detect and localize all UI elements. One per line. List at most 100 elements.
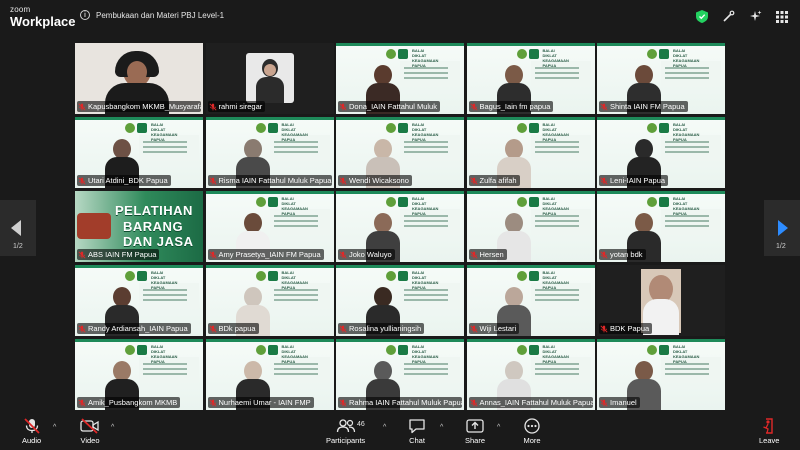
participant-name: Rahma IAIN Fattahul Muluk Papua (349, 398, 462, 407)
participant-name: Dona_IAIN Fattahul Muluk (349, 102, 437, 111)
brand-line-2: Workplace (10, 14, 76, 29)
participant-name: ABS IAIN FM Papua (88, 250, 157, 259)
participant-name-tag: Dona_IAIN Fattahul Muluk (338, 101, 440, 112)
audio-button[interactable]: Audio (22, 418, 41, 445)
participant-tile[interactable]: BALAI DIKLAT KEAGAMAAN PAPUA Imanuel (597, 339, 725, 410)
video-button[interactable]: Video (80, 418, 100, 445)
participant-tile[interactable]: BALAI DIKLAT KEAGAMAAN PAPUA Dona_IAIN Fatta… (336, 43, 464, 114)
participants-icon (336, 419, 355, 433)
pelatihan-title: PELATIHAN (115, 203, 193, 218)
banner-text: BALAI DIKLAT KEAGAMAAN PAPUA (412, 48, 439, 68)
participant-name-tag: rahmi siregar (207, 101, 266, 112)
participant-tile[interactable]: BALAI DIKLAT KEAGAMAAN PAPUA Rosalina yullia… (336, 265, 464, 336)
share-button[interactable]: Share (465, 418, 485, 445)
mic-muted-icon (78, 176, 86, 185)
title-bar: zoom Workplace i Pembukaan dan Materi PB… (0, 0, 800, 34)
chat-button[interactable]: Chat (408, 418, 426, 445)
banner-text: BALAI DIKLAT KEAGAMAAN PAPUA (281, 344, 308, 364)
mic-muted-icon (339, 102, 347, 111)
mic-muted-icon (78, 398, 86, 407)
participant-tile[interactable]: BALAI DIKLAT KEAGAMAAN PAPUA Nurhaemi Umar -… (205, 339, 334, 410)
participant-name-tag: Nurhaemi Umar - IAIN FMP (207, 397, 314, 408)
participants-options-caret[interactable]: ^ (383, 424, 386, 431)
participant-name-tag: Annas_IAIN Fattahul Muluk Papua (468, 397, 593, 408)
participant-tile[interactable]: BALAI DIKLAT KEAGAMAAN PAPUA Zulfa afifah (466, 117, 595, 188)
participant-tile[interactable]: BALAI DIKLAT KEAGAMAAN PAPUA Joko Waluyo (336, 191, 464, 262)
mic-muted-icon (600, 176, 608, 185)
participant-tile[interactable]: Kapusbangkom MKMB_Musyarafah (75, 43, 203, 114)
participant-name: Nurhaemi Umar - IAIN FMP (218, 398, 311, 407)
chat-label: Chat (409, 436, 425, 445)
video-options-caret[interactable]: ^ (111, 424, 114, 431)
banner-text: BALAI DIKLAT KEAGAMAAN PAPUA (412, 122, 439, 142)
participant-tile[interactable]: BALAI DIKLAT KEAGAMAAN PAPUA Annas_IAIN Fatt… (466, 339, 595, 410)
mic-muted-icon (23, 418, 40, 434)
page-indicator-right: 1/2 (776, 243, 786, 250)
more-label: More (523, 436, 541, 445)
participant-name-tag: Randy Ardiansah_IAIN Papua (77, 323, 191, 334)
banner-text: BALAI DIKLAT KEAGAMAAN PAPUA (281, 270, 308, 290)
chevron-left-icon (11, 220, 21, 236)
mic-muted-icon (339, 176, 347, 185)
participant-tile[interactable]: BALAI DIKLAT KEAGAMAAN PAPUA Rahma IAIN Fatt… (336, 339, 464, 410)
participant-name: Bagus_Iain fm papua (479, 102, 551, 111)
participant-tile[interactable]: BALAI DIKLAT KEAGAMAAN PAPUA yotan bdk (597, 191, 725, 262)
participant-name-tag: Hersen (468, 249, 507, 260)
participant-tile[interactable]: BALAI DIKLAT KEAGAMAAN PAPUA Utari Atdini_BD… (75, 117, 203, 188)
participant-tile[interactable]: BALAI DIKLAT KEAGAMAAN PAPUA Wendi Wicaksono (336, 117, 464, 188)
mic-muted-icon (469, 176, 478, 185)
video-gallery: Kapusbangkom MKMB_Musyarafah rahmi sirega… (75, 43, 725, 410)
participant-tile[interactable]: BDK Papua (597, 265, 725, 336)
participant-tile[interactable]: rahmi siregar (205, 43, 334, 114)
banner-text: BALAI DIKLAT KEAGAMAAN PAPUA (151, 122, 178, 142)
mic-muted-icon (339, 324, 347, 333)
info-icon[interactable]: i (80, 10, 90, 20)
participant-tile[interactable]: BALAI DIKLAT KEAGAMAAN PAPUA Shinta IAIN FM … (597, 43, 725, 114)
participant-tile[interactable]: BALAI DIKLAT KEAGAMAAN PAPUA Randy Ardiansah… (75, 265, 203, 336)
mic-muted-icon (339, 398, 347, 407)
participant-name-tag: BDk papua (207, 323, 259, 334)
mic-muted-icon (78, 250, 86, 259)
leave-label: Leave (759, 436, 780, 445)
meeting-info[interactable]: i Pembukaan dan Materi PBJ Level-1 (80, 10, 224, 20)
share-screen-icon (466, 419, 484, 433)
share-options-caret[interactable]: ^ (497, 424, 500, 431)
participants-count: 46 (357, 421, 365, 428)
camera-off-icon (80, 418, 99, 434)
leave-button[interactable]: Leave (759, 418, 779, 445)
grid-view-icon[interactable] (776, 10, 788, 23)
mic-muted-icon (208, 102, 217, 111)
participant-tile[interactable]: BALAI DIKLAT KEAGAMAAN PAPUA BDk papua (205, 265, 334, 336)
participant-tile[interactable]: BALAI DIKLAT KEAGAMAAN PAPUA Leni-IAIN Papua (597, 117, 725, 188)
annotate-icon[interactable] (722, 10, 735, 23)
banner-text: BALAI DIKLAT KEAGAMAAN PAPUA (542, 344, 569, 364)
participant-name: Kapusbangkom MKMB_Musyarafah (88, 102, 201, 111)
participant-tile[interactable]: BALAI DIKLAT KEAGAMAAN PAPUA Wiji Lestari (466, 265, 595, 336)
more-icon (524, 418, 540, 434)
audio-options-caret[interactable]: ^ (53, 424, 56, 431)
participant-name-tag: Risma IAIN Fattahul Muluk Papua (207, 175, 332, 186)
participant-name-tag: Shinta IAIN FM Papua (599, 101, 688, 112)
chat-options-caret[interactable]: ^ (440, 424, 443, 431)
meeting-toolbar: Audio ^ Video ^ Participants 46 ^ Chat ^ (0, 414, 800, 450)
participant-name-tag: BDK Papua (599, 323, 653, 334)
shield-icon[interactable] (696, 10, 708, 23)
participant-tile[interactable]: BALAI DIKLAT KEAGAMAAN PAPUA Hersen (466, 191, 595, 262)
participant-name: BDk papua (218, 324, 256, 333)
participant-tile[interactable]: BALAI DIKLAT KEAGAMAAN PAPUA Bagus_Iain fm p… (466, 43, 595, 114)
banner-text: BALAI DIKLAT KEAGAMAAN PAPUA (542, 48, 569, 68)
mic-muted-icon (469, 250, 478, 259)
banner-text: BALAI DIKLAT KEAGAMAAN PAPUA (281, 196, 308, 216)
participant-tile[interactable]: BALAI DIKLAT KEAGAMAAN PAPUA Amik_Pusbangkom… (75, 339, 203, 410)
participant-tile[interactable]: BALAI DIKLAT KEAGAMAAN PAPUA Amy Prasetya_IA… (205, 191, 334, 262)
participant-tile[interactable]: PELATIHAN BARANG DAN JASA ABS IAIN FM Papu… (75, 191, 203, 262)
participant-name: Amik_Pusbangkom MKMB (88, 398, 178, 407)
sparkle-icon[interactable] (749, 10, 762, 23)
mic-muted-icon (600, 102, 608, 111)
leave-icon (763, 418, 773, 434)
participant-name: Imanuel (610, 398, 637, 407)
participant-tile[interactable]: BALAI DIKLAT KEAGAMAAN PAPUA Risma IAIN Fatt… (205, 117, 334, 188)
chevron-right-icon (778, 220, 788, 236)
more-button[interactable]: More (523, 418, 541, 445)
mic-muted-icon (469, 324, 478, 333)
